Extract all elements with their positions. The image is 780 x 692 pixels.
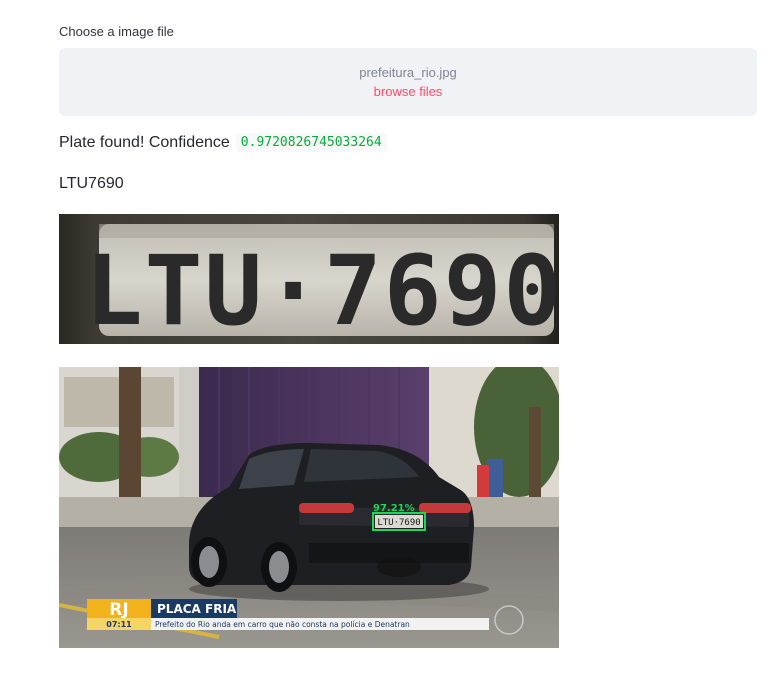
news-logo: RJ bbox=[109, 600, 128, 620]
scene-detection-image: LTU·7690 97.21% RJ PLACA FRIA 07:11 Pref… bbox=[59, 367, 559, 648]
scene-plate-characters: LTU·7690 bbox=[377, 518, 420, 528]
detection-confidence-label: 97.21% bbox=[373, 503, 415, 514]
file-dropzone[interactable]: prefeitura_rio.jpg browse files bbox=[59, 48, 757, 116]
plate-crop-image: LTU·7690 bbox=[59, 214, 559, 344]
uploaded-file-name: prefeitura_rio.jpg bbox=[359, 65, 457, 80]
plate-crop-characters: LTU·7690 bbox=[85, 235, 559, 344]
news-headline: PLACA FRIA bbox=[157, 602, 237, 616]
plate-number-text: LTU7690 bbox=[59, 175, 124, 192]
browse-files-link[interactable]: browse files bbox=[374, 82, 443, 101]
confidence-value: 0.9720826745033264 bbox=[235, 133, 387, 152]
result-message: Plate found! Confidence bbox=[59, 133, 230, 151]
news-ticker: Prefeito do Rio anda em carro que não co… bbox=[155, 620, 410, 629]
result-message-row: Plate found! Confidence 0.97208267450332… bbox=[59, 133, 387, 152]
file-uploader-label: Choose a image file bbox=[59, 24, 174, 39]
news-time: 07:11 bbox=[106, 620, 132, 629]
